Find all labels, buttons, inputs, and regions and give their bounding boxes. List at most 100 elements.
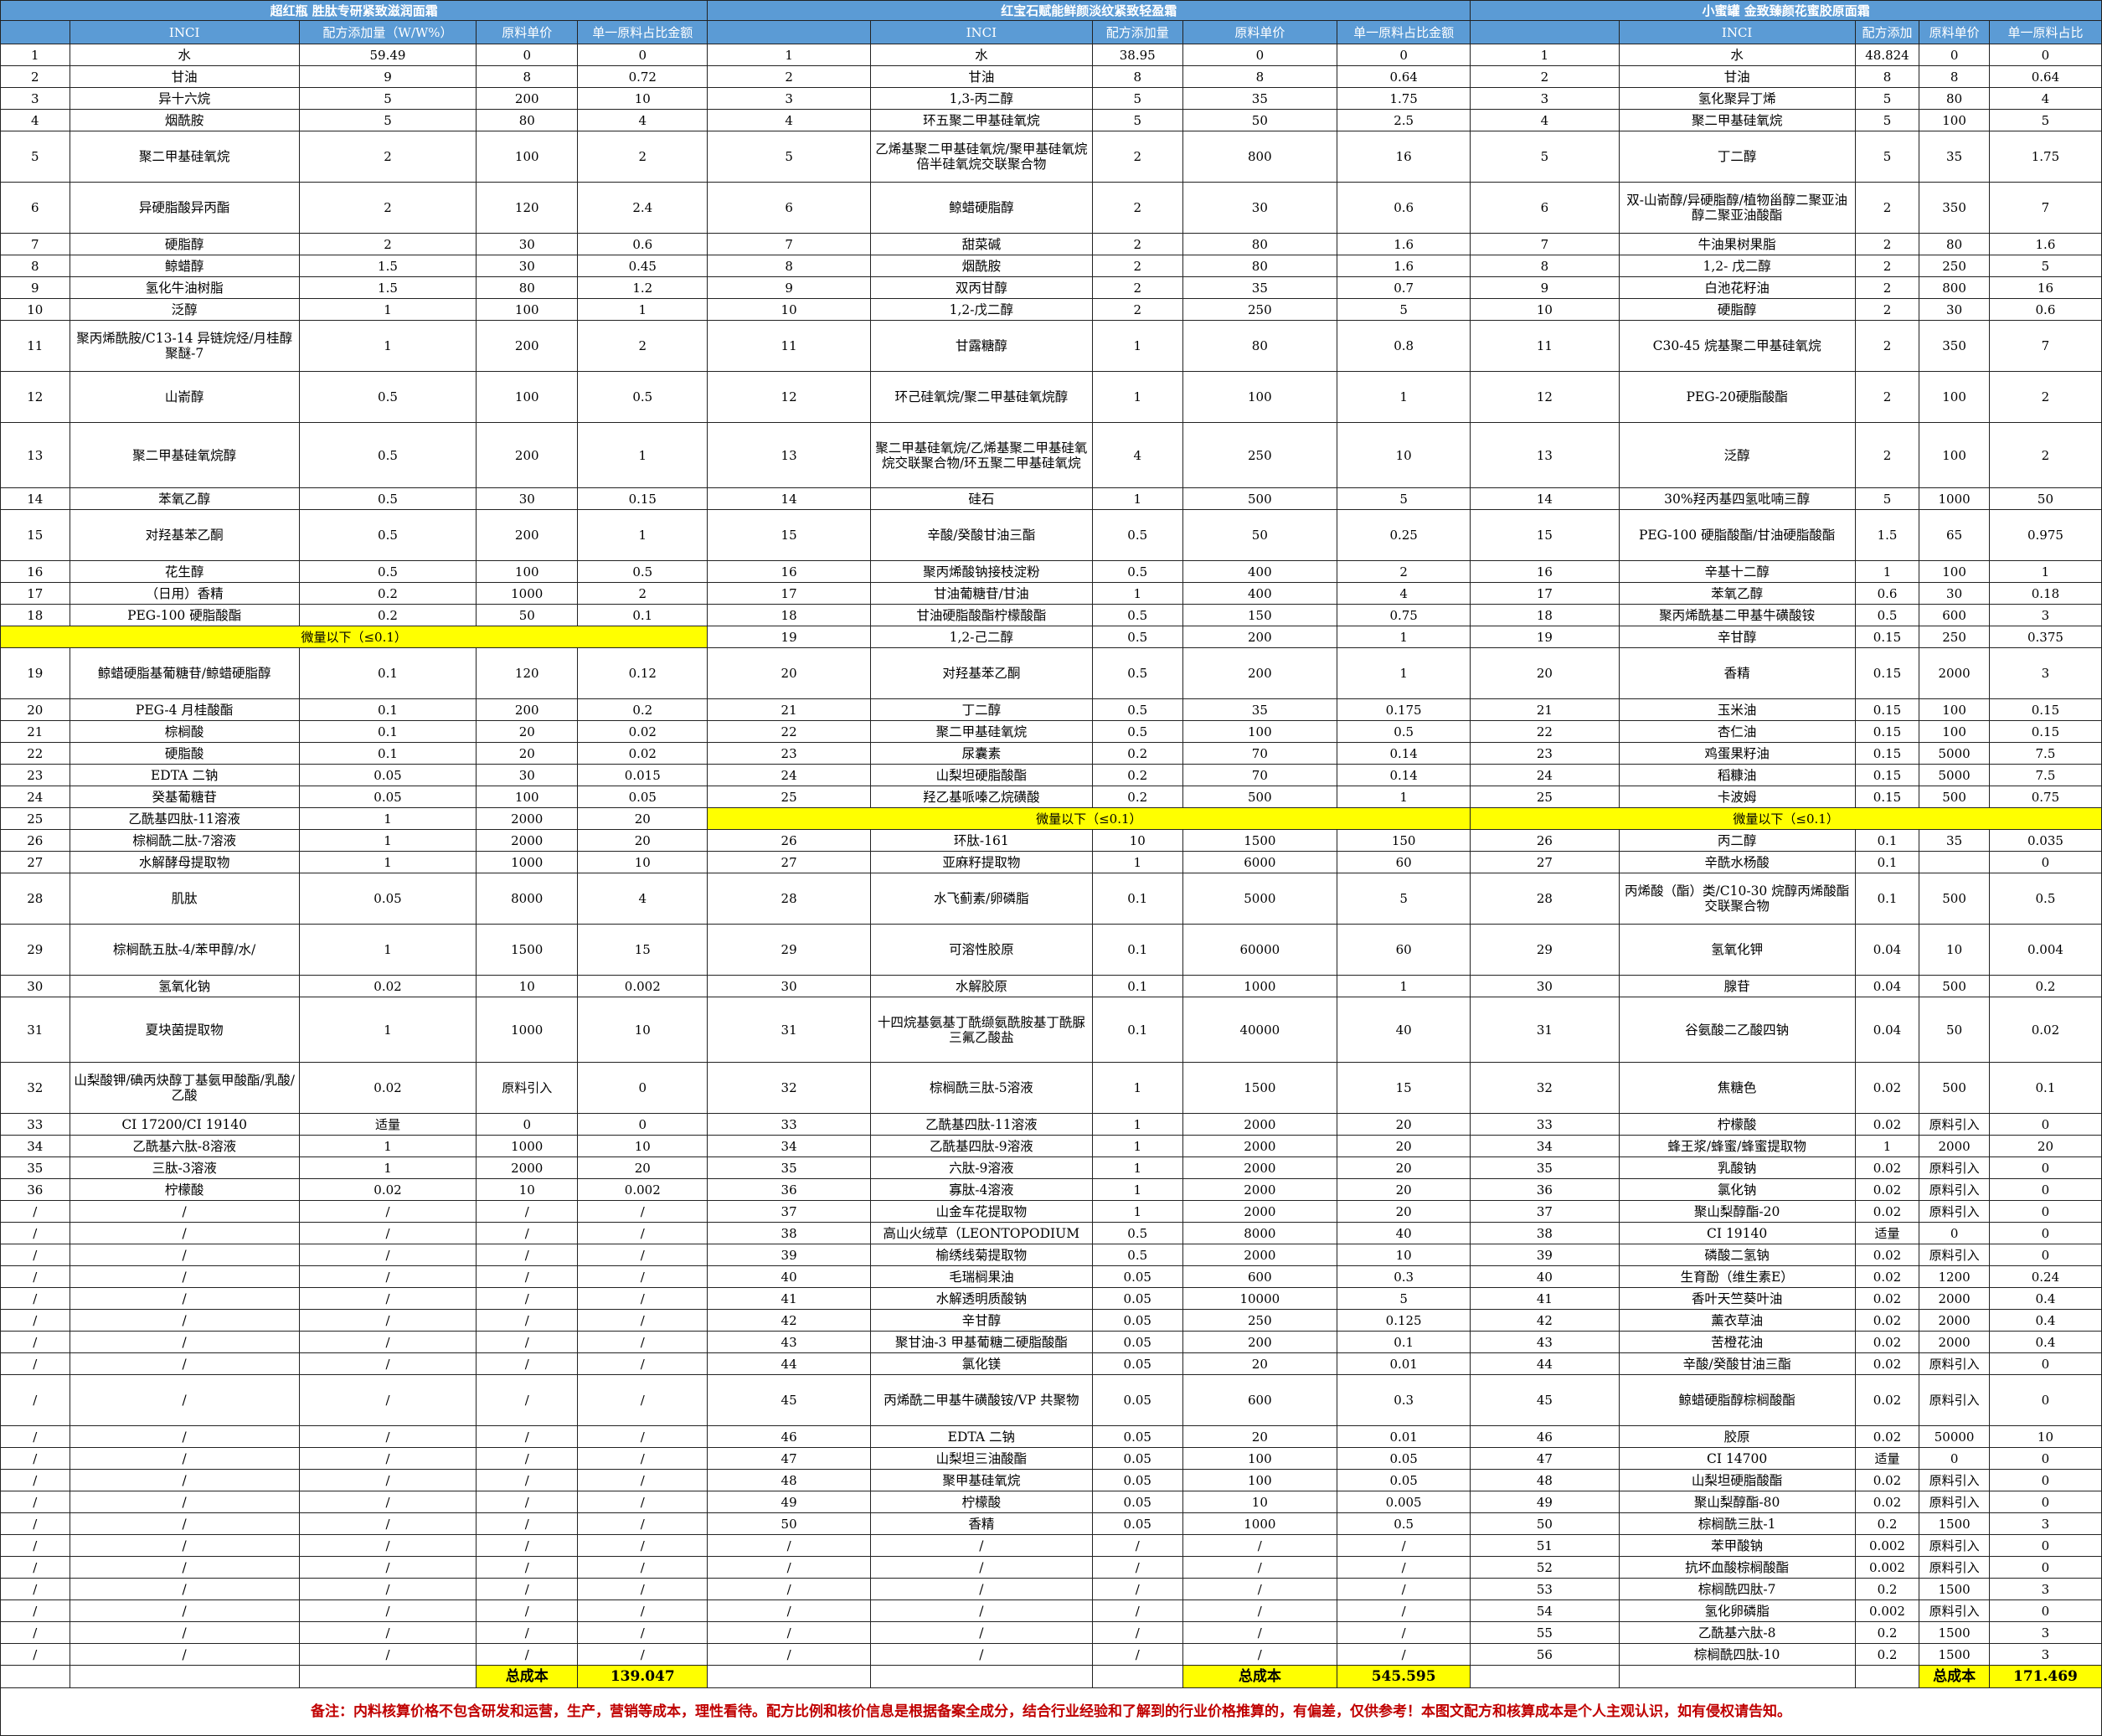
- cell-price-2: 35: [1182, 87, 1338, 110]
- cell-cost-1: /: [577, 1244, 708, 1266]
- cell-cost-3: 16: [1988, 276, 2102, 299]
- cell-index-3: 43: [1470, 1331, 1620, 1353]
- table-row: 13 聚二甲基硅氧烷醇 0.5 200 1 13 聚二甲基硅氧烷/乙烯基聚二甲基硅氧烷交联聚…: [0, 422, 2102, 488]
- cell-index-3: 32: [1470, 1062, 1620, 1114]
- cell-index-1: 28: [0, 873, 70, 925]
- cell-index-1: 20: [0, 698, 70, 721]
- cell-index-3: 20: [1470, 647, 1620, 699]
- cell-cost-2: 1: [1337, 786, 1471, 808]
- table-row: / / / / / / / / //51 苯甲酸钠 0.002 原料引入 0: [0, 1534, 2102, 1557]
- cell-cost-3: 3: [1988, 1512, 2102, 1535]
- cell-price-1: 1000: [476, 1135, 579, 1157]
- cell-cost-2: /: [1337, 1599, 1471, 1622]
- cell-dosage-2: 0.1: [1091, 997, 1183, 1063]
- cell-index-2: 42: [707, 1309, 871, 1332]
- cell-inci-3: 辛酸/癸酸甘油三酯: [1618, 1352, 1856, 1375]
- cell-price-3: 35: [1919, 829, 1990, 852]
- cell-price-3: 35: [1919, 131, 1990, 183]
- disclaimer-note: 备注：内料核算价格不包含研发和运营，生产，营销等成本，理性看待。配方比例和核价信…: [0, 1687, 2102, 1736]
- cell-inci-1: 柠檬酸: [69, 1178, 300, 1201]
- cell-price-3: 2000: [1919, 1309, 1990, 1332]
- cell-dosage-2: 0.5: [1091, 626, 1183, 648]
- cell-index-2: 34: [707, 1135, 871, 1157]
- cell-price-3: 原料引入: [1919, 1491, 1990, 1513]
- cell-dosage-3: 8: [1854, 65, 1920, 88]
- cell-index-2: 18: [707, 604, 871, 626]
- cell-dosage-1: /: [298, 1222, 477, 1244]
- cell-cost-2: 20: [1337, 1135, 1471, 1157]
- cell-price-3: 1500: [1919, 1578, 1990, 1600]
- cell-inci-3: 水: [1618, 44, 1856, 66]
- cell-index-3: 16: [1470, 560, 1620, 583]
- cell-dosage-2: 2: [1091, 131, 1183, 183]
- cell-dosage-3: 0.02: [1854, 1265, 1920, 1288]
- cell-dosage-2: 0.2: [1091, 764, 1183, 786]
- cell-price-1: /: [476, 1222, 579, 1244]
- cell-dosage-2: 0.1: [1091, 975, 1183, 997]
- cell-index-1: 11: [0, 320, 70, 372]
- cell-cost-3: 0: [1988, 1352, 2102, 1375]
- cell-price-1: 2000: [476, 829, 579, 852]
- cell-index-2: 31: [707, 997, 871, 1063]
- cell-index-3: 36: [1470, 1178, 1620, 1201]
- cell-inci-1: 鲸蜡醇: [69, 255, 300, 277]
- cell-price-3: 10: [1919, 924, 1990, 976]
- table-row: / / / //43 聚甘油-3 甲基葡糖二硬脂酸酯 0.05 200 0.1 43 苦橙花油 0.…: [0, 1331, 2102, 1353]
- cell-dosage-3: 适量: [1854, 1222, 1920, 1244]
- cell-price-1: 80: [476, 109, 579, 131]
- cell-price-1: /: [476, 1352, 579, 1375]
- cell-cost-2: 1.6: [1337, 255, 1471, 277]
- cell-dosage-2: 0.05: [1091, 1491, 1183, 1513]
- cell-dosage-3: 2: [1854, 276, 1920, 299]
- cell-dosage-3: 0.02: [1854, 1113, 1920, 1136]
- cell-index-2: 39: [707, 1244, 871, 1266]
- cell-price-2: 80: [1182, 233, 1338, 255]
- cell-price-3: 80: [1919, 233, 1990, 255]
- cell-dosage-1: 0.05: [298, 873, 477, 925]
- cell-dosage-2: 0.5: [1091, 509, 1183, 561]
- table-row: / / / //42 辛甘醇 0.05 250 0.125 42 薰衣草油 0.02 2000 0.4: [0, 1309, 2102, 1332]
- cell-dosage-1: /: [298, 1244, 477, 1266]
- cell-cost-3: 0.6: [1988, 298, 2102, 321]
- cell-inci-3: 氢氧化钾: [1618, 924, 1856, 976]
- cell-price-1: /: [476, 1599, 579, 1622]
- cell-price-1: /: [476, 1331, 579, 1353]
- cell-dosage-1: 0.1: [298, 742, 477, 765]
- cell-dosage-3: 0.02: [1854, 1331, 1920, 1353]
- cell-price-3: 原料引入: [1919, 1113, 1990, 1136]
- cell-index-1: /: [0, 1352, 70, 1375]
- cell-price-2: /: [1182, 1556, 1338, 1579]
- cell-inci-2: 甘油硬脂酸酯柠檬酸酯: [869, 604, 1093, 626]
- table-row: 6 异硬脂酸异丙酯 2 120 2.4 6 鲸蜡硬脂醇 2 30 0.6 6 双-山嵛醇/异硬脂醇/植…: [0, 182, 2102, 234]
- cell-inci-2: 山梨坦三油酸酯: [869, 1447, 1093, 1470]
- cell-price-1: /: [476, 1447, 579, 1470]
- cell-dosage-3: 0.02: [1854, 1352, 1920, 1375]
- cell-inci-3: 蜂王浆/蜂蜜/蜂蜜提取物: [1618, 1135, 1856, 1157]
- table-row: / / / //38 高山火绒草（LEONTOPODIUM 0.5 8000 40 38 CI 1…: [0, 1222, 2102, 1244]
- trace-divider: 微量以下（≤0.1）: [1470, 807, 2102, 830]
- cell-price-1: 1000: [476, 582, 579, 605]
- cell-index-2: 24: [707, 764, 871, 786]
- cell-dosage-1: 适量: [298, 1113, 477, 1136]
- cell-dosage-1: /: [298, 1469, 477, 1491]
- cell-dosage-2: 1: [1091, 320, 1183, 372]
- cell-index-2: 35: [707, 1156, 871, 1179]
- table-row: / / / //47 山梨坦三油酸酯 0.05 100 0.05 47 CI 14700 适量 0 0: [0, 1447, 2102, 1470]
- cell-inci-1: /: [69, 1222, 300, 1244]
- cell-price-1: 30: [476, 233, 579, 255]
- cell-inci-3: 香精: [1618, 647, 1856, 699]
- cell-inci-3: 1,2- 戊二醇: [1618, 255, 1856, 277]
- cell-inci-3: 聚二甲基硅氧烷: [1618, 109, 1856, 131]
- cell-index-1: 30: [0, 975, 70, 997]
- cell-inci-3: 苯甲酸钠: [1618, 1534, 1856, 1557]
- cell-price-1: 1000: [476, 997, 579, 1063]
- cell-cost-3: 3: [1988, 1621, 2102, 1644]
- cell-cost-1: 0.002: [577, 1178, 708, 1201]
- cell-index-3: 41: [1470, 1287, 1620, 1310]
- cell-dosage-1: /: [298, 1331, 477, 1353]
- table-row: / / / / / / / / //53 棕榈酰四肽-7 0.2 1500 3: [0, 1578, 2102, 1600]
- cell-index-2: 13: [707, 422, 871, 488]
- cell-cost-1: /: [577, 1643, 708, 1666]
- cell-cost-1: /: [577, 1534, 708, 1557]
- cell-index-2: 33: [707, 1113, 871, 1136]
